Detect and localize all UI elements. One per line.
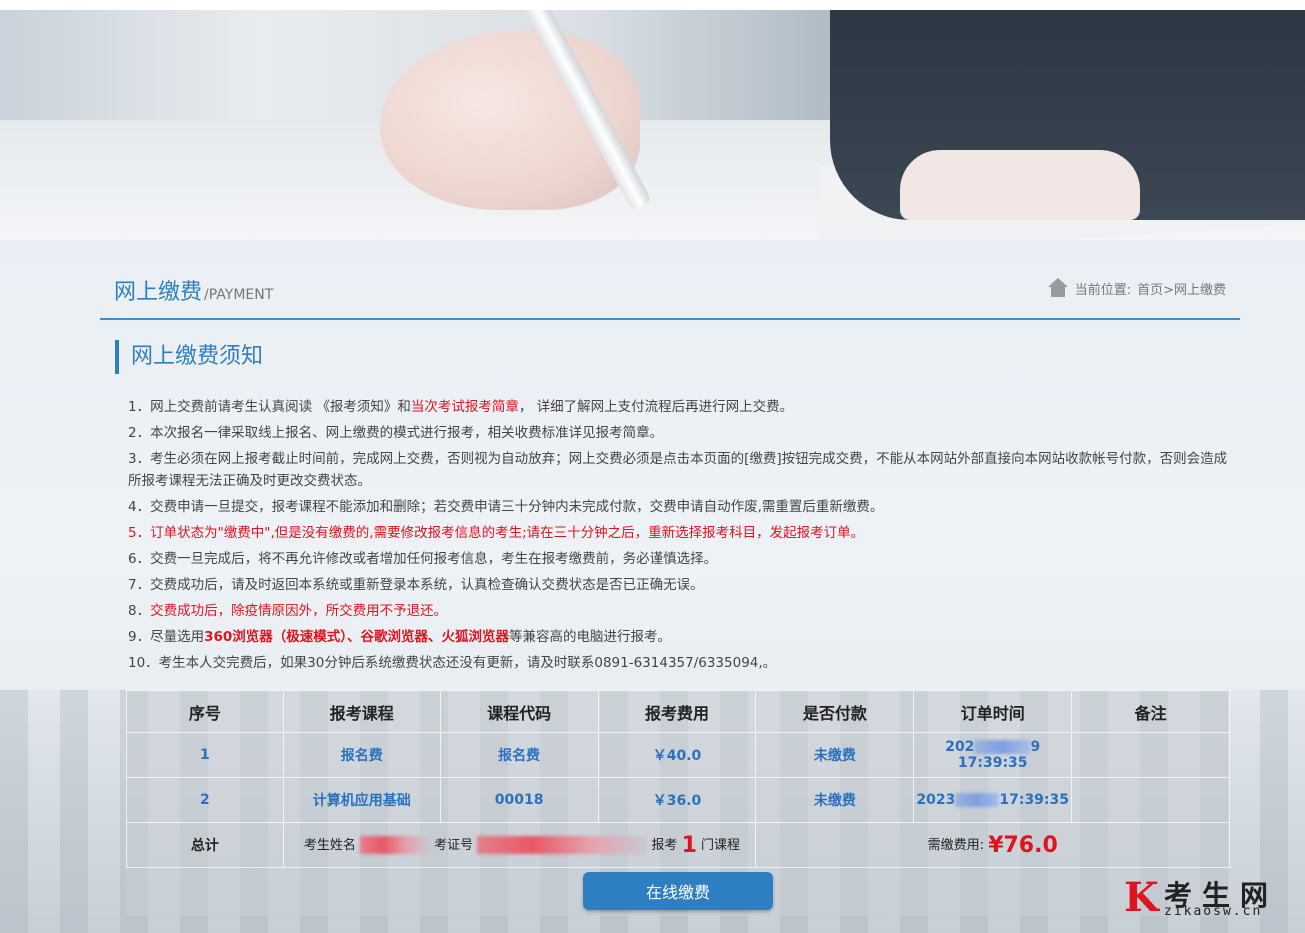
col-header-note: 备注 [1071,690,1230,733]
watermark-domain: zikaosw.cn [1164,904,1263,919]
order-table: 序号 报考课程 课程代码 报考费用 是否付款 订单时间 备注 1 报名费 报名费… [126,690,1230,868]
count-prefix: 报考 [651,837,678,853]
col-header-code: 课程代码 [439,690,599,733]
redacted-date [974,740,1031,754]
table-row: 1 报名费 报名费 ￥40.0 未缴费 202 9 17:39:35 [126,732,1230,778]
watermark-logo: K [1124,874,1159,921]
col-header-time: 订单时间 [913,690,1073,733]
page-subtitle: /PAYMENT [204,287,274,303]
cell-code: 报名费 [439,732,599,778]
notice-list: 1．网上交费前请考生认真阅读 《报考须知》和当次考试报考简章， 详细了解网上支付… [128,394,1228,676]
hero-banner [0,0,1305,240]
table-header-row: 序号 报考课程 课程代码 报考费用 是否付款 订单时间 备注 [126,690,1230,733]
cell-fee: ￥40.0 [597,732,757,778]
total-student-info: 考生姓名 考证号 报考 1 门课程 [282,822,757,868]
cell-paid: 未缴费 [755,732,915,778]
notice-item-1: 1．网上交费前请考生认真阅读 《报考须知》和当次考试报考简章， 详细了解网上支付… [128,394,1228,420]
notice-item-4: 4．交费申请一旦提交，报考课程不能添加和删除；若交费申请三十分钟内未完成付款，交… [128,499,884,515]
cell-no: 2 [126,777,284,823]
redacted-name [359,836,430,854]
page-title: 网上缴费/PAYMENT [114,274,273,306]
col-header-course: 报考课程 [282,690,441,733]
notice-title: 网上缴费须知 [115,340,263,374]
banner-top-strip [0,0,1305,10]
notice-1-text-a: 1．网上交费前请考生认真阅读 《报考须知》和 [128,399,411,415]
col-header-paid: 是否付款 [755,690,915,733]
home-icon [1047,278,1069,298]
notice-item-5: 5．订单状态为"缴费中",但是没有缴费的,需要修改报考信息的考生;请在三十分钟之… [128,525,865,541]
notice-item-7: 7．交费成功后，请及时返回本系统或重新登录本系统，认真检查确认交费状态是否已正确… [128,577,704,593]
cell-note [1071,732,1230,778]
time-part-b: 17:39:35 [999,792,1070,808]
total-row: 总计 考生姓名 考证号 报考 1 门课程 需缴费用: ¥76.0 [126,822,1230,868]
cell-note [1071,777,1230,823]
time-part-a: 202 [945,739,975,755]
page-header: 网上缴费/PAYMENT 当前位置: 首页>网上缴费 [100,268,1240,320]
cell-time: 202 9 17:39:35 [913,732,1073,778]
name-label: 考生姓名 [303,837,356,853]
notice-8-num: 8． [128,603,151,619]
breadcrumb-path[interactable]: 首页>网上缴费 [1137,279,1226,298]
total-fee: ¥76.0 [988,832,1058,858]
notice-item-3: 3．考生必须在网上报考截止时间前，完成网上交费，否则视为自动放弃；网上交费必须是… [128,451,1228,489]
total-fee-cell: 需缴费用: ¥76.0 [755,822,1230,868]
time-part-a: 2023 [916,792,956,808]
course-count: 1 [681,832,697,858]
notice-item-8: 8．交费成功后，除疫情原因外，所交费用不予退还。 [128,598,1228,624]
cell-fee: ￥36.0 [597,777,757,823]
table-row: 2 计算机应用基础 00018 ￥36.0 未缴费 2023 17:39:35 [126,777,1230,823]
redacted-id [477,836,648,854]
cell-paid: 未缴费 [755,777,915,823]
notice-item-2: 2．本次报名一律采取线上报名、网上缴费的模式进行报考，相关收费标准详见报考简章。 [128,425,664,441]
notice-item-10: 10．考生本人交完费后，如果30分钟后系统缴费状态还没有更新，请及时联系0891… [128,655,777,671]
cell-course: 报名费 [282,732,441,778]
site-watermark: K 考生网 zikaosw.cn [1120,872,1305,922]
notice-item-6: 6．交费一旦完成后，将不再允许修改或者增加任何报考信息，考生在报考缴费前，务必谨… [128,551,718,567]
online-pay-button[interactable]: 在线缴费 [583,872,773,910]
id-label: 考证号 [434,837,474,853]
notice-1-link[interactable]: 当次考试报考简章 [411,399,519,415]
fee-label: 需缴费用: [927,837,985,853]
notice-9-text-a: 9．尽量选用 [128,629,205,645]
notice-1-text-c: ， 详细了解网上支付流程后再进行网上交费。 [518,399,794,415]
redacted-date [955,793,1000,807]
count-suffix: 门课程 [701,837,741,853]
total-label: 总计 [126,822,284,868]
cell-time: 2023 17:39:35 [913,777,1073,823]
notice-item-9: 9．尽量选用360浏览器（极速模式）、谷歌浏览器、火狐浏览器等兼容高的电脑进行报… [128,624,1228,650]
col-header-fee: 报考费用 [597,690,757,733]
page-title-text: 网上缴费 [114,280,203,305]
cell-course: 计算机应用基础 [282,777,441,823]
col-header-no: 序号 [126,690,284,733]
cell-code: 00018 [439,777,599,823]
cell-no: 1 [126,732,284,778]
notice-8-text: 交费成功后，除疫情原因外，所交费用不予退还。 [150,603,448,619]
breadcrumb-prefix: 当前位置: [1074,282,1132,298]
breadcrumb: 当前位置: 首页>网上缴费 [1047,278,1226,298]
notice-9-browsers: 360浏览器（极速模式）、谷歌浏览器、火狐浏览器 [204,629,510,645]
banner-hand-2 [900,150,1140,220]
notice-9-text-c: 等兼容高的电脑进行报考。 [509,629,672,645]
